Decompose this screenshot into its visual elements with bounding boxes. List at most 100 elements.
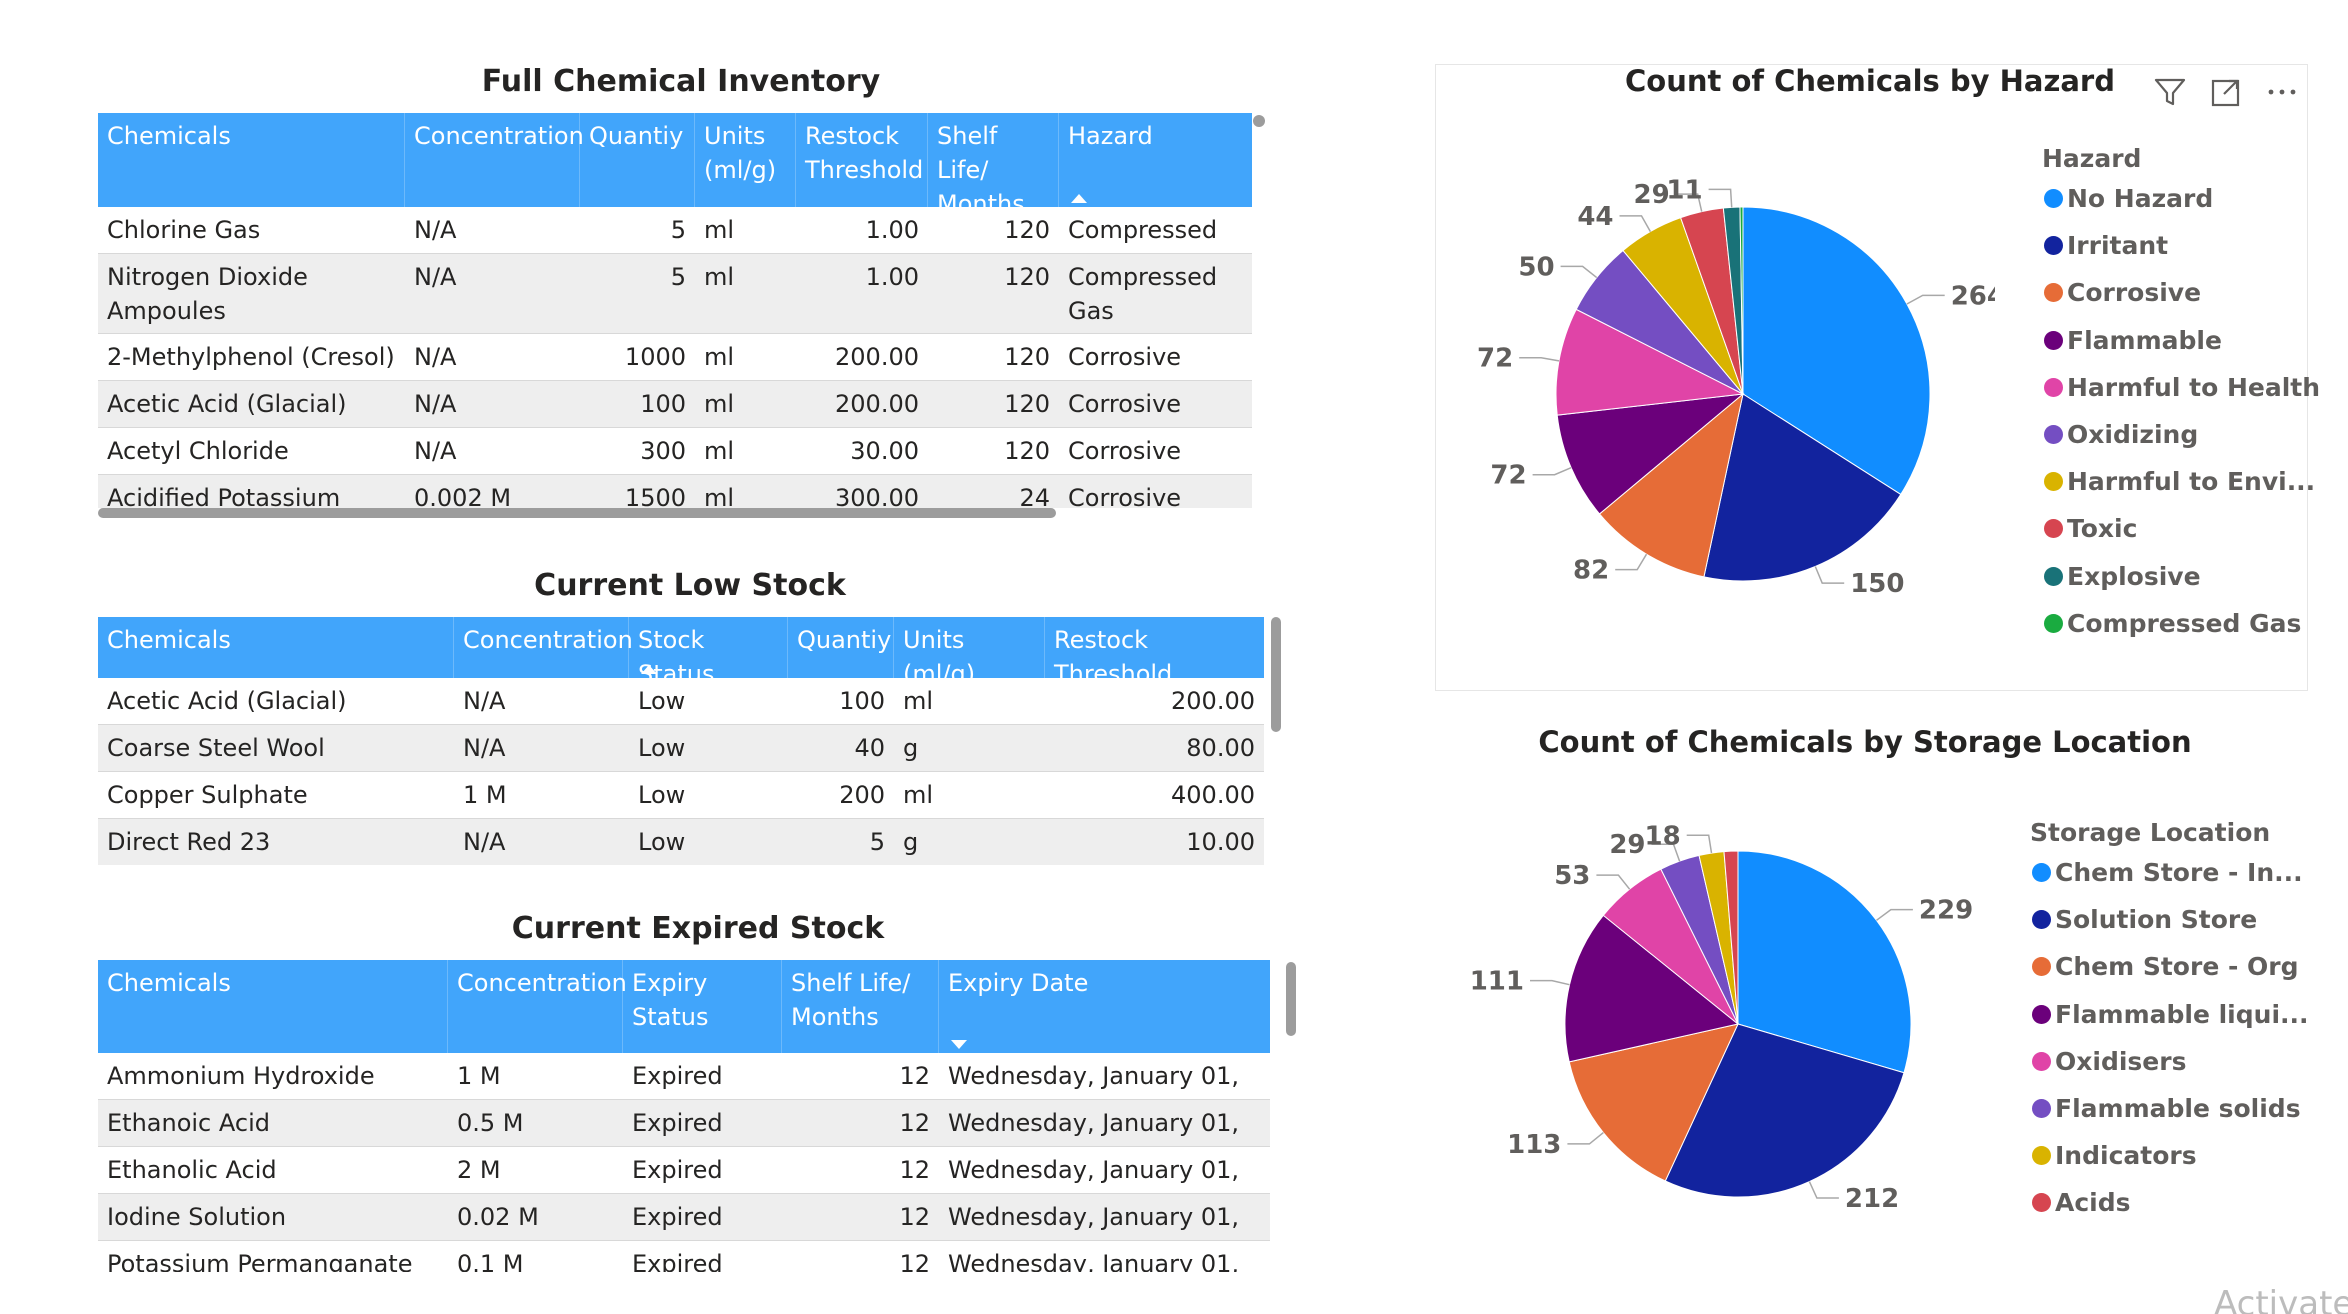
legend-item[interactable]: Oxidisers — [2032, 1047, 2186, 1076]
table-cell: 1 M — [457, 1062, 501, 1090]
legend-label: Oxidisers — [2055, 1046, 2187, 1076]
table-cell: ml — [704, 263, 735, 291]
legend-item[interactable]: Flammable solids — [2032, 1094, 2301, 1123]
table-cell: g — [903, 828, 919, 856]
legend-item[interactable]: Oxidizing — [2044, 420, 2198, 449]
low-stock-vertical-scrollbar[interactable] — [1271, 617, 1281, 732]
inventory-scroll-indicator[interactable] — [1253, 115, 1265, 127]
legend-dot-icon — [2032, 1004, 2051, 1024]
table-cell: 5 — [670, 263, 686, 291]
legend-item[interactable]: No Hazard — [2044, 184, 2213, 213]
legend-item[interactable]: Solution Store — [2032, 905, 2257, 934]
legend-item[interactable]: Corrosive — [2044, 278, 2201, 307]
legend-label: Chem Store - In... — [2055, 858, 2303, 887]
data-label: 72 — [1477, 344, 1513, 374]
table-row[interactable]: Nitrogen Dioxide Ampoules N/A 5 ml 1.00 120 Co… — [98, 254, 1252, 334]
column-header-stock-status[interactable]: Stock Status — [629, 617, 788, 688]
column-header-restock-threshold[interactable]: Restock Threshold — [796, 113, 928, 207]
table-cell: 100 — [640, 390, 686, 418]
column-header-shelf-life-months[interactable]: Shelf Life/ Months — [782, 960, 939, 1053]
inventory-horizontal-scrollbar[interactable] — [98, 508, 1056, 518]
data-label: 50 — [1518, 252, 1554, 282]
legend-dot-icon — [2032, 1099, 2051, 1118]
table-row[interactable]: Coarse Steel Wool N/A Low 40 g 80.00 — [98, 725, 1264, 772]
legend-label: Flammable solids — [2055, 1094, 2301, 1123]
table-row[interactable]: Potassium Permanganate 0.1 M Expired 12 Wedn… — [98, 1241, 1270, 1272]
sort-arrow-icon[interactable] — [1071, 194, 1087, 203]
legend-dot-icon — [2032, 957, 2051, 977]
legend-item[interactable]: Harmful to Envi... — [2044, 467, 2315, 496]
legend-item[interactable]: Acids — [2032, 1188, 2131, 1217]
legend-label: Toxic — [2067, 514, 2138, 544]
column-header-expiry-status[interactable]: Expiry Status — [623, 960, 782, 1053]
column-header-shelf-life-months[interactable]: Shelf Life/ Months — [928, 113, 1059, 218]
table-cell: 120 — [1004, 437, 1050, 465]
legend-label: Flammable liqui... — [2055, 999, 2309, 1029]
table-row[interactable]: Ethanolic Acid 2 M Expired 12 Wednesday, Jan… — [98, 1147, 1270, 1194]
table-row[interactable]: Copper Sulphate 1 M Low 200 ml 400.00 — [98, 772, 1264, 819]
table-cell: 10.00 — [1186, 828, 1255, 856]
legend-item[interactable]: Irritant — [2044, 231, 2168, 260]
table-cell: N/A — [414, 390, 457, 418]
table-cell: Compressed Gas — [1068, 216, 1218, 254]
column-header-quantiy[interactable]: Quantiy — [580, 113, 695, 207]
table-row[interactable]: Acetic Acid (Glacial) N/A 100 ml 200.00 120 Co… — [98, 381, 1252, 428]
legend-item[interactable]: Indicators — [2032, 1141, 2197, 1170]
table-cell: g — [903, 734, 919, 762]
table-row[interactable]: Iodine Solution 0.02 M Expired 12 Wednesday,… — [98, 1194, 1270, 1241]
table-cell: Corrosive — [1068, 343, 1182, 371]
more-options-icon[interactable] — [2262, 72, 2302, 112]
table-cell: N/A — [414, 437, 457, 465]
column-header-concentration[interactable]: Concentration — [454, 617, 633, 678]
table-row[interactable]: Acetic Acid (Glacial) N/A Low 100 ml 200.00 — [98, 678, 1264, 725]
table-cell: Chlorine Gas — [107, 216, 261, 244]
legend-item[interactable]: Toxic — [2044, 514, 2137, 543]
table-cell: 0.002 M — [414, 484, 512, 508]
column-header-hazard[interactable]: Hazard — [1059, 113, 1252, 207]
column-header-label: Chemicals — [107, 122, 231, 150]
table-row[interactable]: Ethanoic Acid 0.5 M Expired 12 Wednesday, Ja… — [98, 1100, 1270, 1147]
table-row[interactable]: Direct Red 23 N/A Low 5 g 10.00 — [98, 819, 1264, 865]
table-cell: N/A — [414, 343, 457, 371]
column-header-chemicals[interactable]: Chemicals — [98, 617, 454, 678]
legend-dot-icon — [2044, 189, 2063, 208]
legend-item[interactable]: Chem Store - In... — [2032, 858, 2303, 887]
legend-item[interactable]: Flammable liqui... — [2032, 1000, 2309, 1029]
legend-item[interactable]: Compressed Gas — [2044, 609, 2301, 638]
storage-pie-title: Count of Chemicals by Storage Location — [1538, 725, 2192, 759]
column-header-label: Chemicals — [107, 969, 231, 997]
table-row[interactable]: 2-Methylphenol (Cresol) N/A 1000 ml 200.00 12… — [98, 334, 1252, 381]
column-header-units-ml-g[interactable]: Units (ml/g) — [894, 617, 1045, 688]
sort-arrow-icon[interactable] — [641, 665, 657, 674]
table-cell: 1500 — [624, 484, 686, 508]
table-row[interactable]: Chlorine Gas N/A 5 ml 1.00 120 Compressed Gas — [98, 207, 1252, 254]
legend-item[interactable]: Flammable — [2044, 326, 2222, 355]
column-header-quantiy[interactable]: Quantiy — [788, 617, 894, 678]
data-label: 18 — [1645, 821, 1681, 851]
leader-line — [1615, 553, 1648, 571]
table-row[interactable]: Acetyl Chloride N/A 300 ml 30.00 120 Corrosive — [98, 428, 1252, 475]
expired-stock-vertical-scrollbar[interactable] — [1286, 962, 1296, 1036]
table-cell: 300 — [640, 437, 686, 465]
table-cell: 120 — [1004, 343, 1050, 371]
table-row[interactable]: Acidified Potassium 0.002 M 1500 ml 300.00 24… — [98, 475, 1252, 508]
column-header-concentration[interactable]: Concentration — [405, 113, 584, 207]
column-header-expiry-date[interactable]: Expiry Date — [939, 960, 1270, 1053]
legend-item[interactable]: Harmful to Health — [2044, 373, 2320, 402]
legend-item[interactable]: Explosive — [2044, 562, 2201, 591]
column-header-concentration[interactable]: Concentration — [448, 960, 627, 1053]
column-header-units-ml-g[interactable]: Units (ml/g) — [695, 113, 796, 207]
table-cell: 2-Methylphenol (Cresol) — [107, 343, 395, 371]
hazard-legend-title: Hazard — [2042, 144, 2142, 173]
column-header-chemicals[interactable]: Chemicals — [98, 113, 405, 207]
table-row[interactable]: Ammonium Hydroxide 1 M Expired 12 Wednesday,… — [98, 1053, 1270, 1100]
filter-icon[interactable] — [2150, 72, 2190, 112]
legend-item[interactable]: Chem Store - Org — [2032, 952, 2299, 981]
column-header-chemicals[interactable]: Chemicals — [98, 960, 448, 1053]
table-cell: 300.00 — [835, 484, 919, 508]
column-header-label: Shelf Life/ Months — [791, 969, 911, 1031]
sort-arrow-icon[interactable] — [951, 1040, 967, 1049]
focus-mode-icon[interactable] — [2206, 72, 2246, 112]
column-header-restock-threshold[interactable]: Restock Threshold — [1045, 617, 1264, 688]
table-cell: Copper Sulphate — [107, 781, 308, 809]
